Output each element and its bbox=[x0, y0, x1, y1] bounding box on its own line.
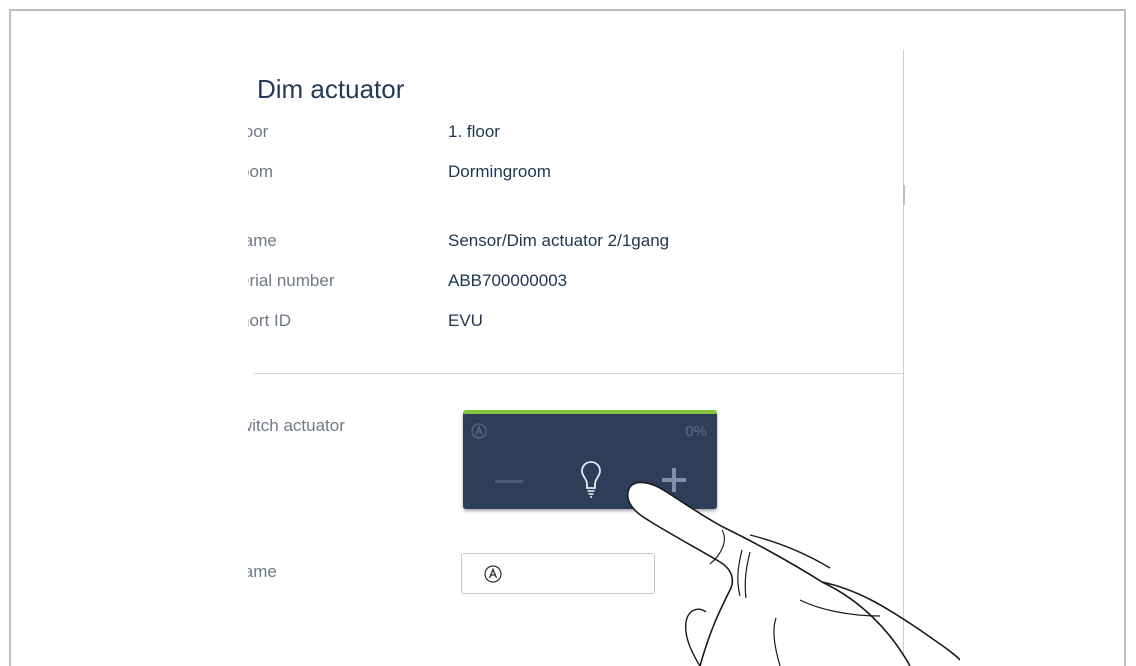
device-name-value: Sensor/Dim actuator 2/1gang bbox=[448, 231, 670, 250]
short-id-label: hort ID bbox=[248, 311, 292, 330]
short-id-value: EVU bbox=[448, 311, 483, 330]
room-label: oom bbox=[248, 162, 274, 181]
section-divider bbox=[254, 373, 904, 374]
plus-icon[interactable] bbox=[659, 465, 689, 495]
serial-number-label: erial number bbox=[248, 271, 335, 290]
serial-number-value: ABB700000003 bbox=[448, 271, 568, 290]
switch-actuator-tile[interactable]: 0% bbox=[463, 410, 717, 509]
minus-icon[interactable] bbox=[495, 480, 523, 483]
floor-label: loor bbox=[248, 122, 269, 141]
auto-icon bbox=[471, 423, 487, 439]
scroll-indicator bbox=[903, 185, 905, 205]
device-name-label: lame bbox=[248, 231, 277, 250]
bulb-icon[interactable] bbox=[580, 460, 602, 500]
auto-icon bbox=[484, 565, 502, 583]
name-input[interactable] bbox=[461, 553, 655, 594]
page-title: Dim actuator bbox=[257, 74, 405, 104]
switch-actuator-label: witch actuator bbox=[248, 416, 345, 435]
room-value: Dormingroom bbox=[448, 162, 551, 181]
name-label: lame bbox=[248, 562, 277, 581]
dim-level: 0% bbox=[685, 423, 707, 440]
panel-border bbox=[903, 50, 904, 666]
floor-value: 1. floor bbox=[448, 122, 500, 141]
device-panel: Dim actuator loor 1. floor oom Dormingro… bbox=[248, 50, 904, 666]
